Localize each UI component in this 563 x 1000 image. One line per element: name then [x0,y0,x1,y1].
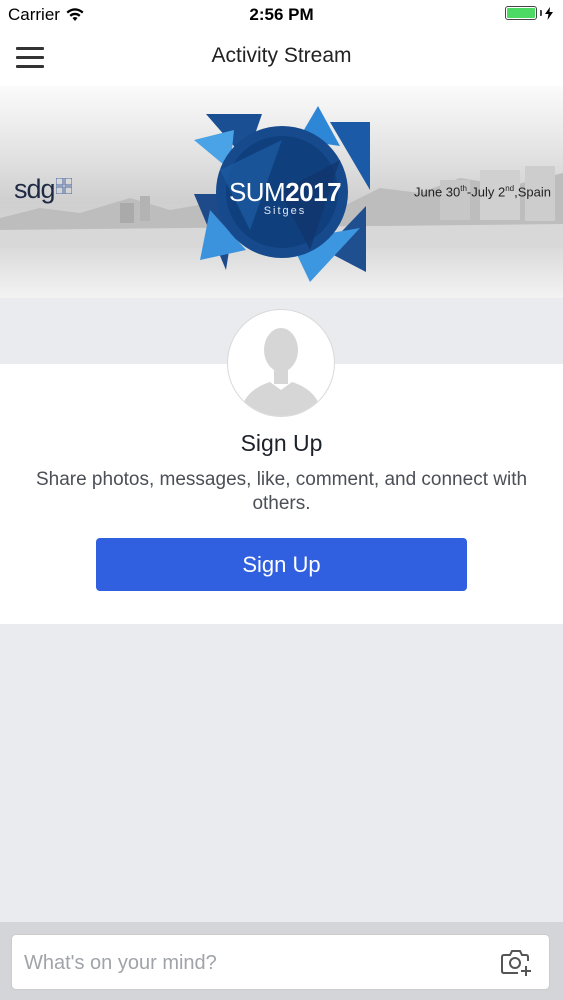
logo-title: SUM2017 [228,177,342,207]
add-photo-camera-icon[interactable] [501,947,533,977]
sponsor-grid-icon [56,178,72,194]
signup-description: Share photos, messages, like, comment, a… [35,469,528,514]
charging-bolt-icon [545,6,553,20]
post-composer [11,934,550,990]
default-avatar-icon [227,309,335,417]
signup-title: Sign Up [240,430,323,456]
sign-up-button[interactable]: Sign Up [96,538,467,591]
nav-bar: Activity Stream [0,28,563,86]
sponsor-logo: sdg [14,174,56,204]
clock: 2:56 PM [249,5,314,24]
whats-on-your-mind-input[interactable] [22,945,496,981]
logo-subtitle: Sitges [263,205,307,217]
event-dates: June 30th-July 2nd,Spain [413,184,551,200]
page-title: Activity Stream [211,44,352,67]
battery-icon [505,6,537,20]
status-bar: Carrier 2:56 PM [0,0,563,28]
battery-indicator [505,6,553,20]
